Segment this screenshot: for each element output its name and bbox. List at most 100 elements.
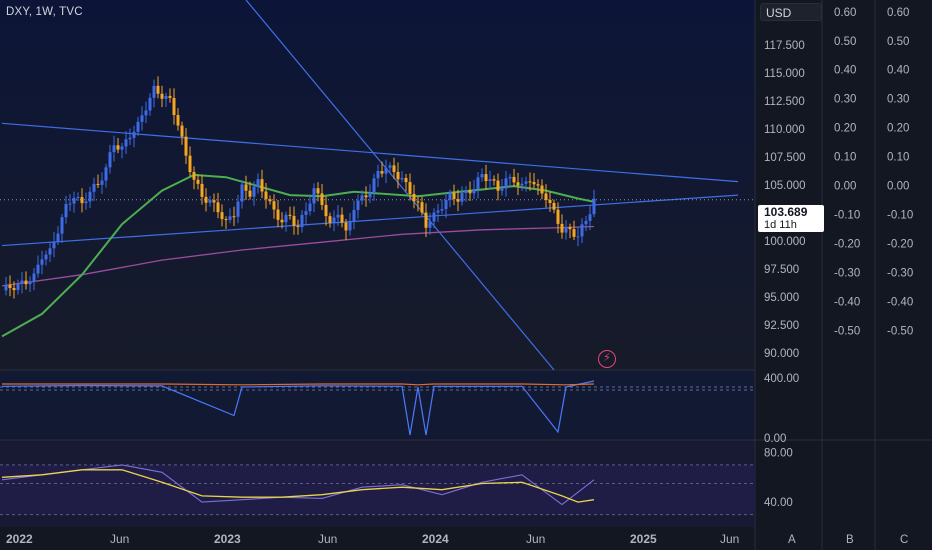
candle-body <box>128 137 132 140</box>
price-tick-label: 100.000 <box>764 236 806 248</box>
ratio-tick-label: 0.30 <box>887 94 909 106</box>
candle-body <box>276 209 280 220</box>
candle-body <box>96 183 100 185</box>
candle-body <box>384 167 388 174</box>
candle-body <box>80 197 84 204</box>
candle-body <box>524 181 528 184</box>
candle-body <box>592 198 596 215</box>
price-tick-label: 117.500 <box>764 40 805 52</box>
candle-body <box>416 201 420 203</box>
candle-body <box>492 179 496 181</box>
time-tick-label: Jun <box>720 532 739 546</box>
cci-pane-background <box>0 370 755 440</box>
candle-body <box>108 152 112 168</box>
candle-body <box>188 155 192 173</box>
candle-body <box>372 178 376 194</box>
candle-body <box>392 165 396 172</box>
candle-body <box>496 180 500 191</box>
candle-body <box>396 171 400 180</box>
price-tick-label: 95.000 <box>764 292 799 304</box>
lightning-bolt-icon[interactable]: ⚡ <box>598 350 616 368</box>
candle-body <box>132 131 136 138</box>
candle-body <box>280 219 284 223</box>
ratio-tick-label: -0.10 <box>834 210 860 222</box>
candle-body <box>504 178 508 189</box>
candle-body <box>380 171 384 174</box>
candle-body <box>512 176 516 183</box>
cci-tick-label: 400.00 <box>764 373 799 385</box>
candle-body <box>320 193 324 205</box>
candle-body <box>136 121 140 132</box>
candle-body <box>168 95 172 98</box>
ratio-tick-label: -0.40 <box>887 297 913 309</box>
time-tick-label: Jun <box>110 532 129 546</box>
candle-body <box>576 236 580 238</box>
candle-body <box>452 192 456 200</box>
candle-body <box>580 224 584 237</box>
candle-body <box>388 165 392 168</box>
candle-body <box>228 216 232 220</box>
ratio-tick-label: -0.20 <box>834 239 860 251</box>
time-tick-label: 2022 <box>6 532 33 546</box>
candle-body <box>200 183 204 197</box>
currency-button[interactable]: USD <box>760 3 822 21</box>
price-tick-label: 97.500 <box>764 264 799 276</box>
ratio-tick-label: 0.30 <box>834 94 856 106</box>
last-price-label: 103.689 1d 11h <box>758 205 824 232</box>
candle-body <box>244 184 248 191</box>
pane-letter: A <box>788 534 796 546</box>
candle-body <box>404 178 408 183</box>
candle-body <box>440 209 444 211</box>
candle-body <box>520 183 524 186</box>
candle-body <box>364 195 368 198</box>
candle-body <box>220 212 224 220</box>
candle-body <box>476 177 480 189</box>
candle-body <box>224 219 228 221</box>
candle-body <box>264 191 268 200</box>
candle-body <box>196 179 200 184</box>
candle-body <box>172 97 176 116</box>
candle-body <box>304 211 308 215</box>
candle-body <box>480 174 484 178</box>
candle-body <box>20 280 24 284</box>
price-tick-label: 112.500 <box>764 96 805 108</box>
ratio-tick-label: -0.30 <box>887 268 913 280</box>
candle-body <box>360 195 364 201</box>
candle-body <box>548 199 552 204</box>
candle-body <box>328 216 332 223</box>
candle-body <box>584 220 588 225</box>
candle-body <box>156 85 160 94</box>
candle-body <box>236 201 240 217</box>
candle-body <box>292 215 296 226</box>
candle-body <box>180 125 184 137</box>
time-tick-label: 2023 <box>214 532 241 546</box>
candle-body <box>36 264 40 274</box>
candle-body <box>472 188 476 194</box>
price-tick-label: 90.000 <box>764 348 799 360</box>
candle-body <box>68 203 72 205</box>
candle-body <box>140 115 144 122</box>
candle-body <box>428 221 432 228</box>
candle-body <box>212 200 216 203</box>
candle-body <box>152 85 156 98</box>
ratio-tick-label: 0.40 <box>834 65 856 77</box>
candle-body <box>176 115 180 126</box>
candle-body <box>460 193 464 202</box>
pane-letter: B <box>846 534 854 546</box>
candle-body <box>16 283 20 291</box>
candle-body <box>284 214 288 223</box>
candle-body <box>340 214 344 223</box>
candle-body <box>456 199 460 202</box>
candle-body <box>516 182 520 186</box>
candle-body <box>52 241 56 249</box>
candle-body <box>116 145 120 150</box>
chart-canvas[interactable]: 120.000117.500115.000112.500110.000107.5… <box>0 0 932 550</box>
ratio-tick-label: -0.10 <box>887 210 913 222</box>
candle-body <box>556 209 560 224</box>
candle-body <box>588 214 592 221</box>
price-tick-label: 115.000 <box>764 68 805 80</box>
ratio-tick-label: -0.20 <box>887 239 913 251</box>
candle-body <box>564 227 568 233</box>
candle-body <box>60 217 64 234</box>
ratio-tick-label: 0.50 <box>834 36 856 48</box>
